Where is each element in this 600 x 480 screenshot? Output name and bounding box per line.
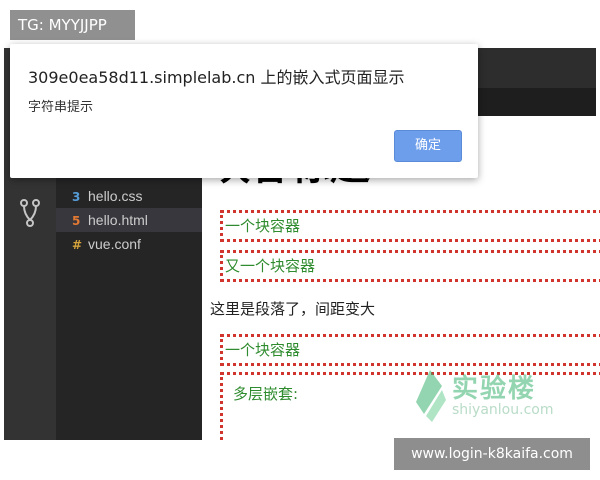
alert-dialog: 309e0ea58d11.simplelab.cn 上的嵌入式页面显示 字符串提… bbox=[10, 44, 478, 178]
logo-chinese-text: 实验楼 bbox=[452, 374, 537, 404]
file-name: vue.conf bbox=[88, 236, 141, 252]
file-item-hello-css[interactable]: 3 hello.css bbox=[56, 184, 202, 208]
url-watermark-tag: www.login-k8kaifa.com bbox=[394, 438, 590, 470]
paragraph-text: 这里是段落了，间距变大 bbox=[210, 300, 376, 318]
source-control-icon[interactable] bbox=[18, 198, 42, 228]
block-container-3: 一个块容器 bbox=[220, 334, 600, 366]
tg-watermark-tag: TG: MYYJJPP bbox=[10, 10, 135, 40]
file-item-vue-conf[interactable]: # vue.conf bbox=[56, 232, 202, 256]
file-name: hello.css bbox=[88, 188, 143, 204]
block-text: 一个块容器 bbox=[225, 217, 301, 235]
dialog-message: 字符串提示 bbox=[28, 100, 94, 115]
html-file-icon: 5 bbox=[72, 214, 81, 228]
config-file-icon: # bbox=[72, 238, 83, 252]
block-text: 又一个块容器 bbox=[225, 257, 316, 275]
file-item-hello-html[interactable]: 5 hello.html bbox=[56, 208, 202, 232]
dialog-title: 309e0ea58d11.simplelab.cn 上的嵌入式页面显示 bbox=[28, 68, 405, 87]
nested-label: 多层嵌套: bbox=[233, 385, 299, 403]
block-container-2: 又一个块容器 bbox=[220, 250, 600, 282]
block-container-1: 一个块容器 bbox=[220, 210, 600, 242]
css-file-icon: 3 bbox=[72, 190, 81, 204]
shiyanlou-logo: 实验楼 shiyanlou.com bbox=[412, 368, 562, 428]
ok-button[interactable]: 确定 bbox=[394, 130, 462, 162]
block-text: 一个块容器 bbox=[225, 341, 301, 359]
logo-english-text: shiyanlou.com bbox=[452, 402, 554, 418]
file-name: hello.html bbox=[88, 212, 148, 228]
leaf-logo-icon bbox=[416, 370, 446, 422]
